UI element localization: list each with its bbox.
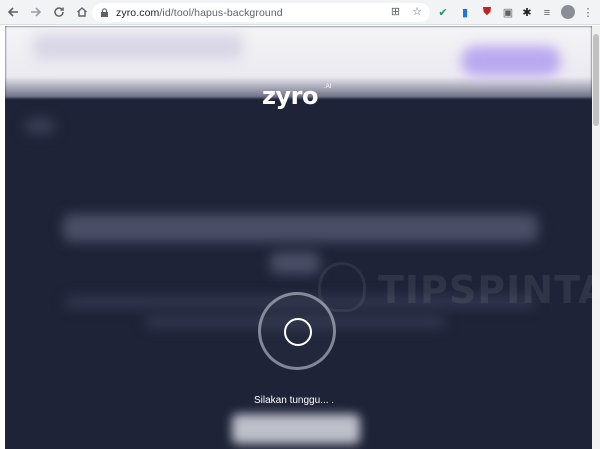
blurred-breadcrumb [25, 118, 55, 134]
extension-bookmark-icon[interactable]: ▮ [458, 4, 472, 21]
url-host: zyro.com [116, 6, 160, 19]
extension-window-icon[interactable]: ▣ [501, 4, 515, 21]
bookmark-star-icon[interactable]: ☆ [412, 6, 422, 19]
home-icon[interactable] [72, 2, 92, 22]
browser-toolbar: zyro.com/id/tool/hapus-background ⊞ ☆ ✔ … [0, 0, 600, 25]
url-path: /id/tool/hapus-background [159, 6, 283, 19]
zyro-logo: zyro [262, 82, 318, 110]
address-bar[interactable]: zyro.com/id/tool/hapus-background ⊞ ☆ [92, 3, 430, 22]
blurred-upload-button [232, 414, 360, 444]
translate-icon[interactable]: ⊞ [391, 6, 400, 19]
lock-icon [101, 8, 108, 17]
reload-icon[interactable] [49, 2, 69, 22]
profile-avatar[interactable] [561, 5, 575, 19]
back-arrow-icon[interactable] [3, 2, 23, 22]
scrollbar-thumb[interactable] [593, 34, 599, 126]
zyro-logo-ai-suffix: .AI [324, 84, 332, 90]
extensions-puzzle-icon[interactable]: ✱ [520, 4, 534, 21]
watermark-text: TIPSPINTAR [378, 268, 600, 312]
blurred-headline-end [270, 252, 320, 274]
loading-spinner-icon [284, 318, 312, 346]
forward-arrow-icon[interactable] [26, 2, 46, 22]
extension-check-icon[interactable]: ✔ [436, 4, 450, 21]
reading-list-icon[interactable]: ≡ [540, 4, 554, 21]
menu-dots-icon[interactable]: ⋮ [583, 4, 594, 21]
blurred-headline [63, 214, 538, 242]
blurred-signup-button [461, 46, 561, 76]
extension-shield-icon[interactable]: ⛊ [479, 4, 495, 21]
url-text: zyro.com/id/tool/hapus-background [116, 7, 283, 19]
loading-message: Silakan tunggu... . [254, 395, 335, 406]
blurred-nav-bar [33, 34, 243, 60]
